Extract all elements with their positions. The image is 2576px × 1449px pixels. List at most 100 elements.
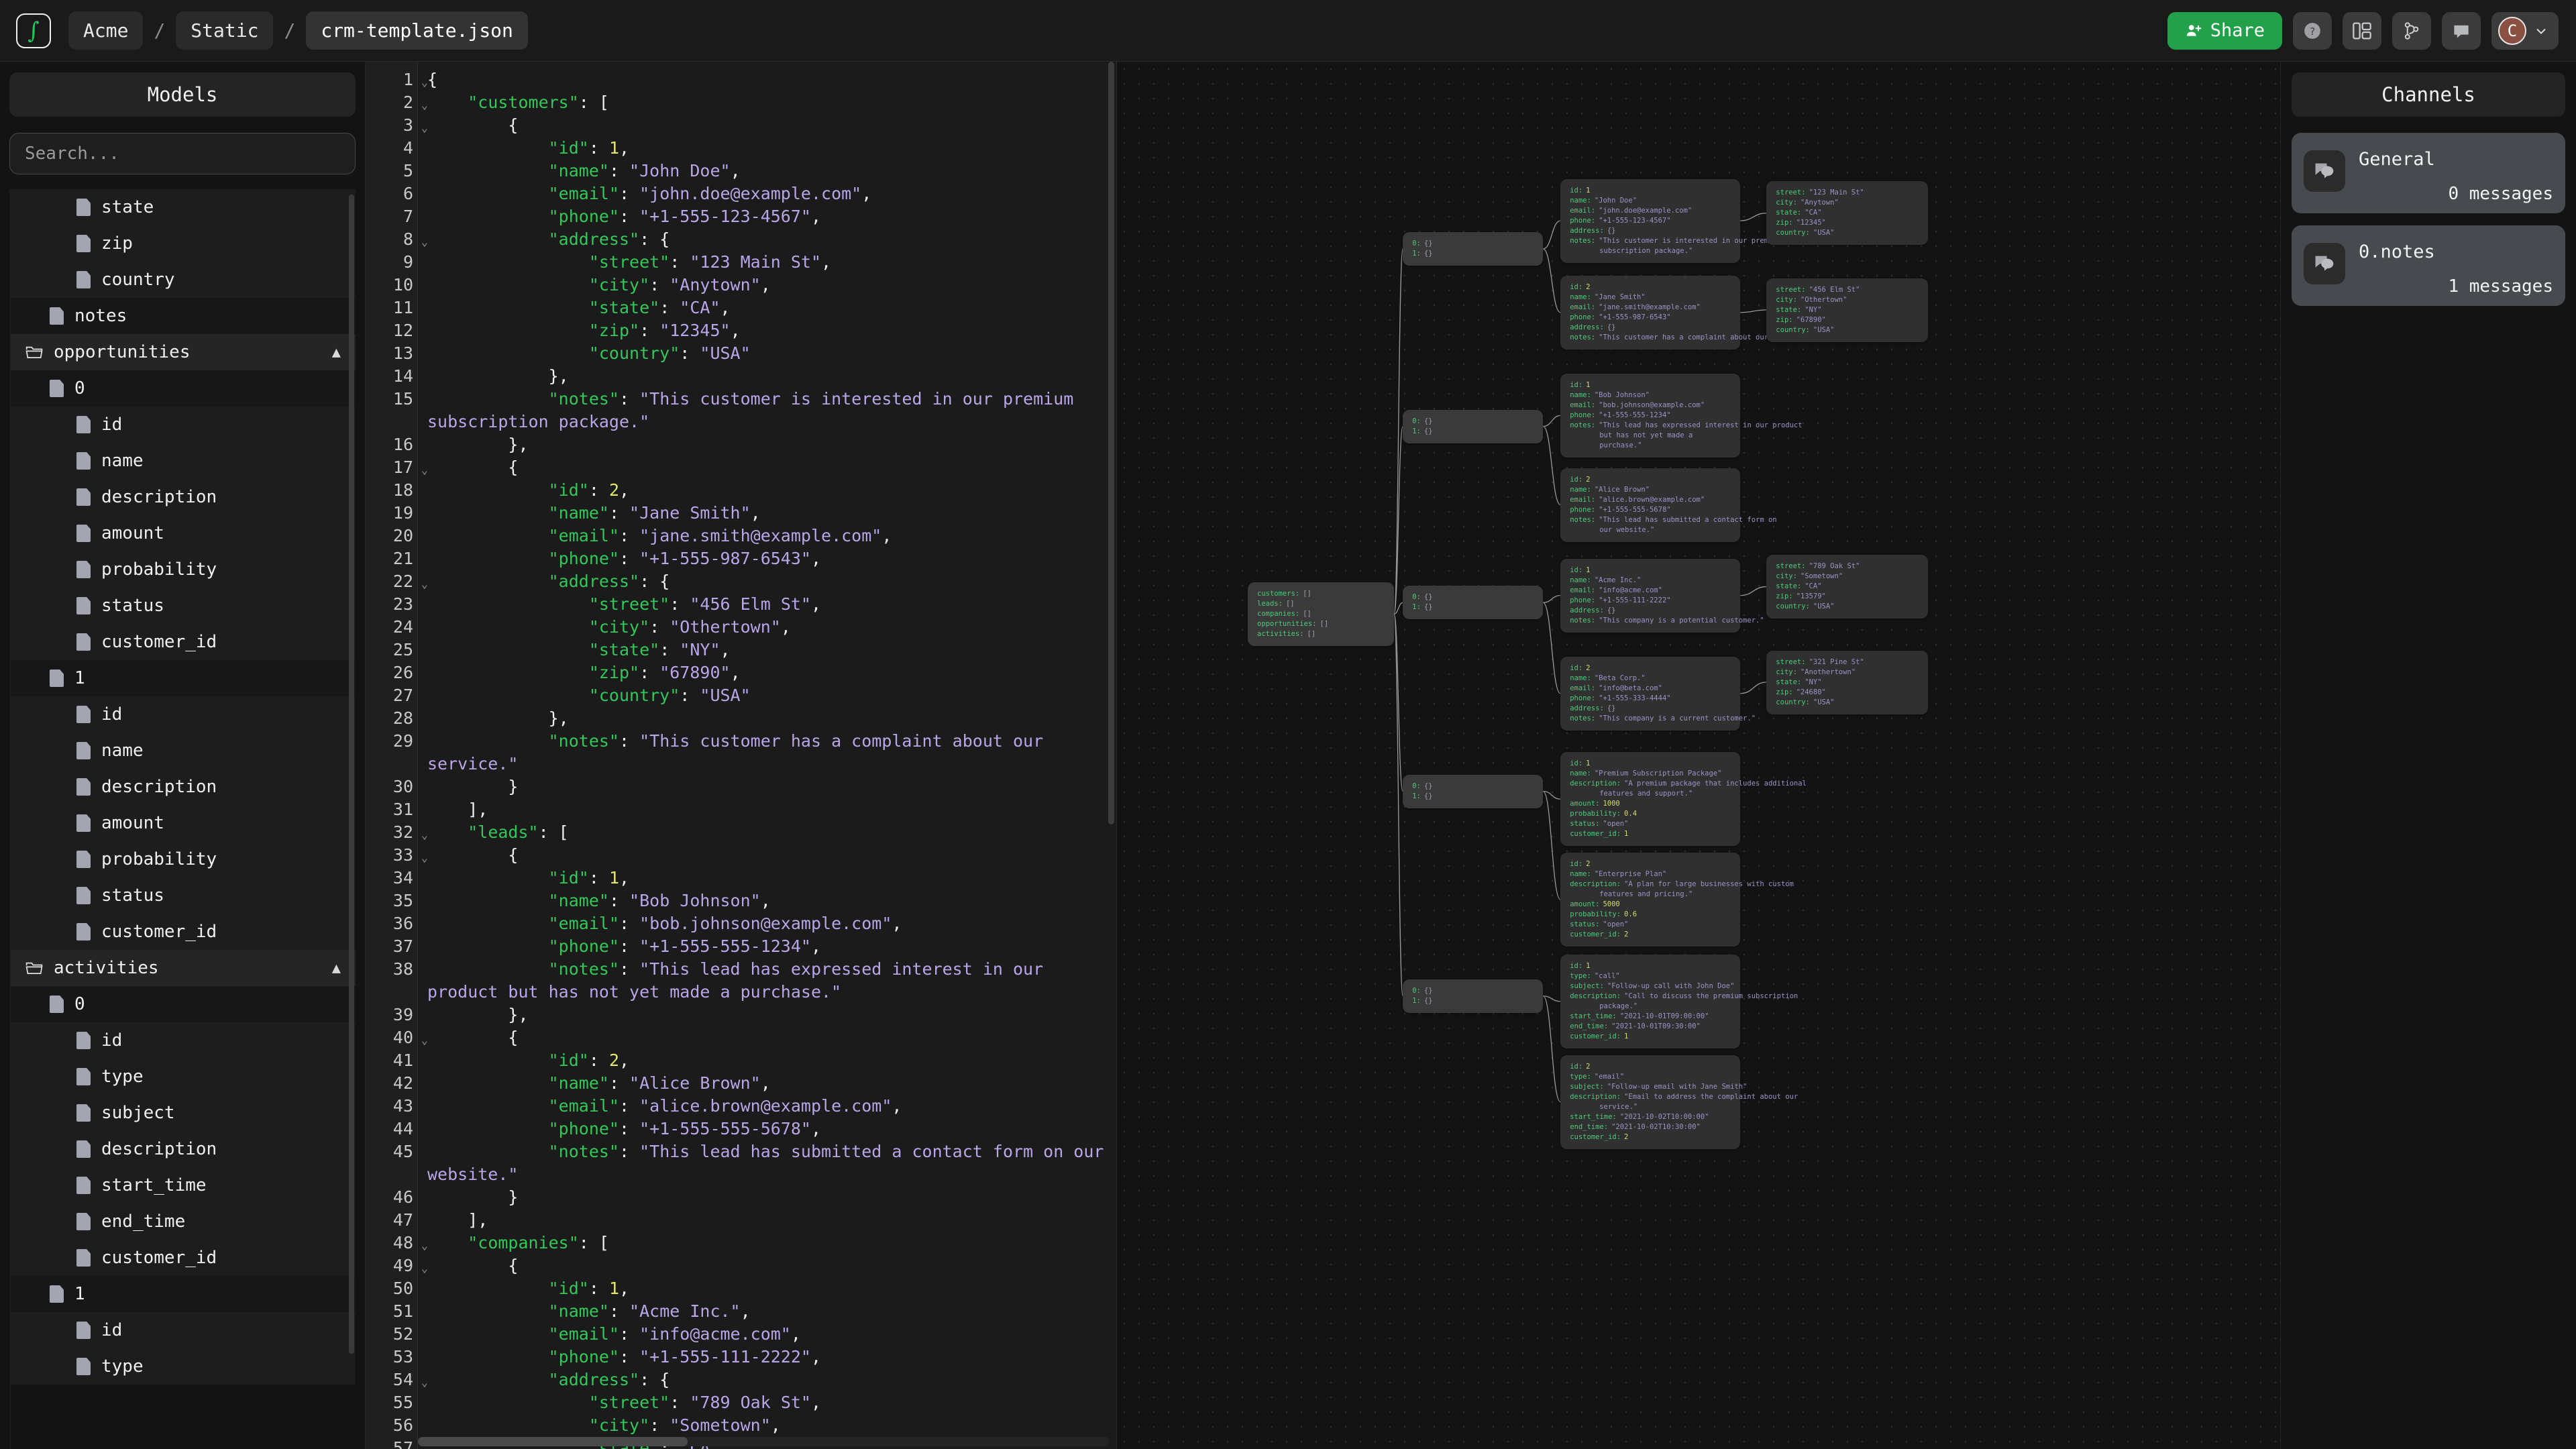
fold-chevron-icon[interactable]: ⌄ — [421, 573, 428, 596]
tree-item-end_time[interactable]: end_time — [11, 1203, 356, 1240]
code-line[interactable]: "id": 2, — [427, 1049, 1116, 1072]
user-menu-button[interactable]: C — [2491, 11, 2559, 50]
tree-item-status[interactable]: status — [11, 877, 356, 914]
tree-item-zip[interactable]: zip — [11, 225, 356, 262]
chevron-up-icon[interactable]: ▲ — [332, 344, 341, 361]
fold-chevron-icon[interactable]: ⌄ — [421, 1029, 428, 1052]
code-line[interactable]: }, — [427, 1004, 1116, 1026]
breadcrumb-item-folder[interactable]: Static — [176, 11, 274, 50]
code-line[interactable]: "name": "Acme Inc.", — [427, 1300, 1116, 1323]
fold-chevron-icon[interactable]: ⌄ — [421, 1257, 428, 1280]
code-line[interactable]: }, — [427, 365, 1116, 388]
breadcrumb-item-org[interactable]: Acme — [68, 11, 144, 50]
code-line[interactable]: "street": "789 Oak St", — [427, 1391, 1116, 1414]
tree-item-country[interactable]: country — [11, 262, 356, 298]
fold-chevron-icon[interactable]: ⌄ — [421, 1234, 428, 1257]
code-line[interactable]: "email": "bob.johnson@example.com", — [427, 912, 1116, 935]
code-line[interactable]: "id": 2, — [427, 479, 1116, 502]
code-line[interactable]: "state": "CA", — [427, 297, 1116, 319]
graph-node-lead-1[interactable]: id: 2 name: "Alice Brown" email: "alice.brown… — [1560, 468, 1777, 542]
help-button[interactable]: ? — [2293, 11, 2332, 50]
breadcrumb-item-file[interactable]: crm-template.json — [306, 11, 528, 50]
code-line[interactable]: "country": "USA" — [427, 342, 1116, 365]
code-line[interactable]: { — [427, 1254, 1116, 1277]
tree-item-0[interactable]: 0 — [11, 986, 356, 1022]
code-line[interactable]: "street": "123 Main St", — [427, 251, 1116, 274]
code-line[interactable]: "email": "jane.smith@example.com", — [427, 525, 1116, 547]
code-line[interactable]: "notes": "This lead has submitted a cont… — [427, 1140, 1116, 1186]
code-line[interactable]: "notes": "This customer has a complaint … — [427, 730, 1116, 775]
code-line[interactable]: { — [427, 114, 1116, 137]
tree-item-notes[interactable]: notes — [11, 298, 356, 334]
tree-item-description[interactable]: description — [11, 769, 356, 805]
tree-item-status[interactable]: status — [11, 588, 356, 624]
fold-chevron-icon[interactable]: ⌄ — [421, 117, 428, 140]
code-line[interactable]: } — [427, 1186, 1116, 1209]
tree-item-type[interactable]: type — [11, 1059, 356, 1095]
code-line[interactable]: "email": "alice.brown@example.com", — [427, 1095, 1116, 1118]
code-line[interactable]: } — [427, 775, 1116, 798]
code-line[interactable]: "id": 1, — [427, 867, 1116, 890]
tree-item-state[interactable]: state — [11, 189, 356, 225]
graph-node-activity-0[interactable]: id: 1 type: "call" subject: "Follow-up call w… — [1560, 954, 1798, 1049]
graph-node-company-0-address[interactable]: street: "789 Oak St" city: "Sometown" state:… — [1766, 555, 1928, 619]
graph-node-customer-0-address[interactable]: street: "123 Main St" city: "Anytown" state:… — [1766, 181, 1928, 246]
channel-item-general[interactable]: General 0 messages — [2292, 133, 2565, 213]
code-line[interactable]: "phone": "+1-555-123-4567", — [427, 205, 1116, 228]
code-line[interactable]: "id": 1, — [427, 1277, 1116, 1300]
fold-chevron-icon[interactable]: ⌄ — [421, 231, 428, 254]
graph-node-customer-1-address[interactable]: street: "456 Elm St" city: "Othertown" state… — [1766, 278, 1928, 342]
code-line[interactable]: "email": "john.doe@example.com", — [427, 182, 1116, 205]
tree-item-1[interactable]: 1 — [11, 1276, 356, 1312]
tree-item-type[interactable]: type — [11, 1348, 356, 1385]
json-graph-canvas[interactable]: customers:[] leads:[] companies:[] opportun… — [1117, 62, 2281, 1449]
code-line[interactable]: "street": "456 Elm St", — [427, 593, 1116, 616]
code-line[interactable]: "companies": [ — [427, 1232, 1116, 1254]
tree-item-amount[interactable]: amount — [11, 805, 356, 841]
tree-item-amount[interactable]: amount — [11, 515, 356, 551]
tree-item-start_time[interactable]: start_time — [11, 1167, 356, 1203]
branch-button[interactable] — [2392, 11, 2431, 50]
code-line[interactable]: "city": "Anytown", — [427, 274, 1116, 297]
code-line[interactable]: "notes": "This lead has expressed intere… — [427, 958, 1116, 1004]
tree-item-probability[interactable]: probability — [11, 551, 356, 588]
code-line[interactable]: "notes": "This customer is interested in… — [427, 388, 1116, 433]
fold-chevron-icon[interactable]: ⌄ — [421, 847, 428, 869]
code-line[interactable]: "city": "Sometown", — [427, 1414, 1116, 1437]
graph-node-leads-idx[interactable]: 0:{} 1:{} — [1403, 409, 1544, 443]
graph-node-company-1[interactable]: id: 2 name: "Beta Corp." email: "info@beta.co… — [1560, 656, 1756, 731]
code-line[interactable]: "state": "NY", — [427, 639, 1116, 661]
code-content[interactable]: { "customers": [ { "id": 1, "name": "Joh… — [418, 62, 1116, 1449]
graph-node-customers-idx[interactable]: 0:{} 1:{} — [1403, 232, 1544, 266]
comments-button[interactable] — [2442, 11, 2481, 50]
tree-scrollbar[interactable] — [349, 195, 354, 1354]
code-line[interactable]: "zip": "12345", — [427, 319, 1116, 342]
code-line[interactable]: "name": "Alice Brown", — [427, 1072, 1116, 1095]
fold-chevron-icon[interactable]: ⌄ — [421, 71, 428, 94]
fold-chevron-icon[interactable]: ⌄ — [421, 94, 428, 117]
model-tree[interactable]: state zip country notes opportunities ▲ 0 id nam… — [9, 189, 356, 1449]
code-line[interactable]: "address": { — [427, 570, 1116, 593]
editor-vertical-scrollbar[interactable] — [1108, 62, 1114, 825]
code-line[interactable]: }, — [427, 707, 1116, 730]
code-line[interactable]: "email": "info@acme.com", — [427, 1323, 1116, 1346]
code-editor[interactable]: 1 ⌄ 2 ⌄ 3 ⌄ 4 5 6 7 8 ⌄ 9 10 11 12 13 14 15 16 17 ⌄ 18 19 20 21 22… — [366, 62, 1117, 1449]
tree-folder-activities[interactable]: activities ▲ — [11, 950, 356, 986]
search-input[interactable] — [9, 133, 356, 174]
panels-layout-button[interactable] — [2343, 11, 2381, 50]
tree-item-probability[interactable]: probability — [11, 841, 356, 877]
graph-node-lead-0[interactable]: id: 1 name: "Bob Johnson" email: "bob.johnson… — [1560, 373, 1803, 458]
graph-node-activity-1[interactable]: id: 2 type: "email" subject: "Follow-up email… — [1560, 1055, 1798, 1149]
tree-item-description[interactable]: description — [11, 1131, 356, 1167]
graph-node-opportunity-1[interactable]: id: 2 name: "Enterprise Plan" description: "A… — [1560, 853, 1794, 947]
fold-chevron-icon[interactable]: ⌄ — [421, 824, 428, 847]
chevron-up-icon[interactable]: ▲ — [332, 960, 341, 977]
code-line[interactable]: "phone": "+1-555-555-5678", — [427, 1118, 1116, 1140]
code-line[interactable]: { — [427, 68, 1116, 91]
tree-item-0[interactable]: 0 — [11, 370, 356, 407]
graph-node-opportunities-idx[interactable]: 0:{} 1:{} — [1403, 774, 1544, 808]
code-line[interactable]: "customers": [ — [427, 91, 1116, 114]
tree-item-subject[interactable]: subject — [11, 1095, 356, 1131]
code-line[interactable]: ], — [427, 798, 1116, 821]
code-line[interactable]: "leads": [ — [427, 821, 1116, 844]
